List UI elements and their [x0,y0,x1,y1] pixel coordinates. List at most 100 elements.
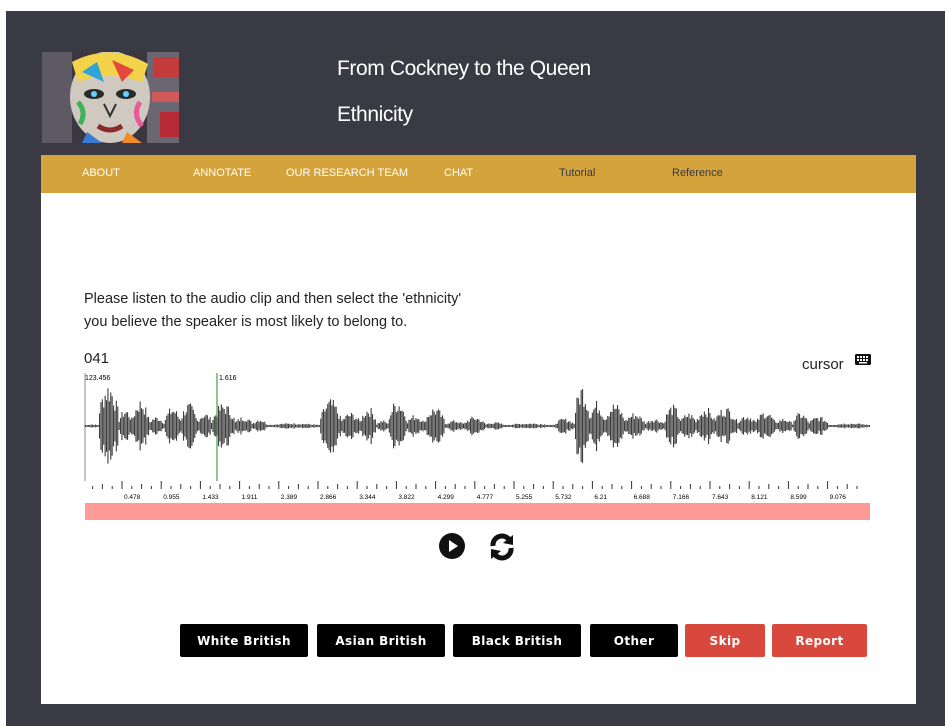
waveform-bar [751,421,753,431]
waveform-bar [675,408,677,444]
waveform-bar [230,418,232,434]
waveform-bar [645,424,647,428]
waveform-bar [478,419,480,433]
keyboard-icon[interactable] [855,354,871,365]
waveform-bar [129,419,131,433]
asian-british-button[interactable]: Asian British [317,624,445,657]
waveform-bar [657,421,659,431]
waveform-bar [408,419,410,433]
waveform-bar [313,424,315,428]
white-british-button[interactable]: White British [180,624,308,657]
waveform-bar [262,422,264,430]
waveform-bar [611,411,613,441]
waveform-bar [559,419,561,433]
timeline-label: 8.121 [751,494,768,501]
waveform-bar [589,418,591,434]
waveform-bar [857,423,859,429]
timeline-label: 4.777 [477,494,494,501]
waveform-bar [239,421,241,431]
refresh-icon[interactable] [486,531,518,563]
waveform-bar [583,406,585,446]
waveform-bar [710,417,712,435]
waveform-bar [867,425,869,428]
waveform-bar [694,419,696,433]
waveform-bar [548,424,550,427]
waveform-bar [748,420,750,432]
waveform-bar [393,403,395,449]
waveform-bar [370,408,372,444]
waveform-bar [145,407,147,445]
waveform-bar [803,415,805,437]
timeline-label: 5.255 [516,494,533,501]
waveform-bar [320,418,322,434]
nav-item-about[interactable]: ABOUT [82,167,120,179]
waveform-bar [99,413,101,439]
timeline-label: 3.344 [359,494,376,501]
waveform-bar [806,418,808,434]
waveform-bar [664,421,666,431]
waveform-bar [281,424,283,428]
waveform-bar [405,420,407,432]
black-british-button[interactable]: Black British [453,624,581,657]
waveform-bar [342,419,344,433]
waveform-bar [302,423,304,429]
progress-bar[interactable] [85,503,870,520]
waveform-bar [430,415,432,437]
waveform-bar [190,403,192,449]
waveform-bar [670,407,672,445]
waveform-bar [251,423,253,429]
waveform-bar [346,414,348,438]
waveform-bar [614,409,616,443]
waveform-bar [731,419,733,433]
waveform-bar [162,423,164,429]
waveform-bar [321,411,323,440]
waveform-bar [373,419,375,433]
play-icon[interactable] [438,532,466,560]
skip-button[interactable]: Skip [685,624,765,657]
nav-item-annotate[interactable]: ANNOTATE [193,167,251,179]
waveform-bar [792,424,794,428]
waveform-bar [481,421,483,431]
waveform-bar [435,414,437,438]
other-button[interactable]: Other [590,624,678,657]
waveform-bar [223,409,225,443]
nav-item-tutorial[interactable]: Tutorial [559,167,595,179]
nav-bar: ABOUT ANNOTATE OUR RESEARCH TEAM CHAT Tu… [41,155,916,193]
waveform-bar [513,424,515,428]
report-button[interactable]: Report [772,624,867,657]
waveform-bar [115,400,117,452]
waveform-bar [859,423,861,429]
waveform-bar [366,411,368,441]
waveform-bar [381,422,383,430]
waveform-bar [524,423,526,429]
waveform-bar [759,414,761,438]
waveform-bar [849,424,851,428]
waveform-bar [268,425,270,427]
waveform-bar [810,420,812,432]
nav-item-reference[interactable]: Reference [672,167,723,179]
waveform-bar [801,417,803,435]
waveform-bar [591,412,593,440]
waveform-bar [237,419,239,433]
waveform-bar [288,423,290,429]
nav-item-chat[interactable]: CHAT [444,167,473,179]
waveform-bar [397,410,399,442]
waveform-bar [180,420,182,432]
waveform-bar [254,423,256,429]
waveform-bar [367,413,369,439]
waveform-bar [685,417,687,435]
waveform-bar [250,421,252,432]
waveform-bar [551,424,553,428]
waveform-bar [117,406,119,446]
nav-item-research-team[interactable]: OUR RESEARCH TEAM [286,167,408,179]
waveform-bar [775,422,777,430]
waveform-bar [398,406,400,446]
waveform-bar [836,424,838,428]
waveform-bar [575,412,577,440]
waveform-bar [124,413,126,439]
waveform-bar [299,424,301,428]
waveform-bar [772,418,774,434]
waveform-bar [360,421,362,431]
waveform-bar [649,422,651,430]
waveform-bar [705,414,707,438]
